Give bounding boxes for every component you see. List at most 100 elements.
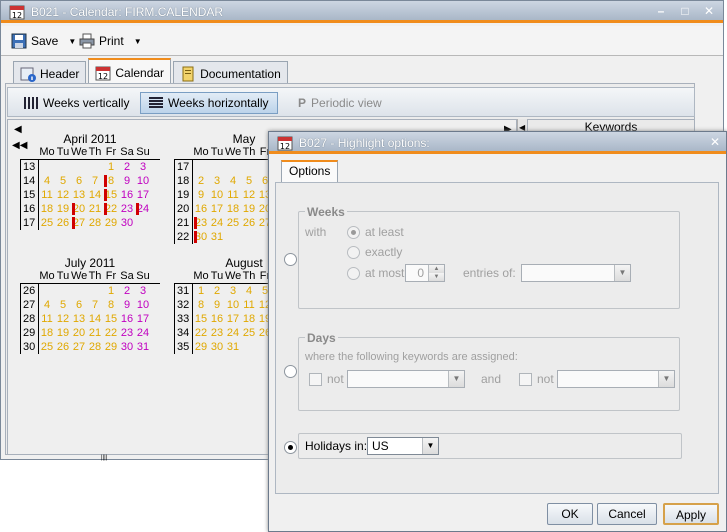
day-cell[interactable]: 31 <box>135 340 151 354</box>
day-cell[interactable]: 30 <box>193 230 209 244</box>
spinner-up-icon[interactable]: ▲ <box>428 265 444 273</box>
day-cell[interactable]: 21 <box>87 202 103 216</box>
day-cell[interactable]: 17 <box>135 312 151 326</box>
tab-calendar[interactable]: 12 Calendar <box>88 58 172 83</box>
day-cell[interactable]: 8 <box>103 174 119 188</box>
day-cell[interactable]: 29 <box>193 340 209 354</box>
apply-button[interactable]: Apply <box>663 503 719 525</box>
spinner-down-icon[interactable]: ▼ <box>428 273 444 281</box>
day-cell[interactable]: 17 <box>135 188 151 202</box>
day-cell[interactable] <box>39 160 55 174</box>
day-cell[interactable] <box>71 160 87 174</box>
day-cell[interactable]: 24 <box>135 326 151 340</box>
day-cell[interactable]: 28 <box>87 340 103 354</box>
day-cell[interactable]: 14 <box>87 312 103 326</box>
day-cell[interactable]: 4 <box>39 174 55 188</box>
day-cell[interactable]: 17 <box>225 312 241 326</box>
day-cell[interactable] <box>71 284 87 298</box>
day-cell[interactable]: 13 <box>71 312 87 326</box>
days-option-radio[interactable] <box>284 365 297 378</box>
day-cell[interactable]: 5 <box>55 174 71 188</box>
maximize-icon[interactable]: □ <box>677 3 693 19</box>
day-cell[interactable]: 28 <box>87 216 103 230</box>
day-cell[interactable]: 9 <box>193 188 209 202</box>
day-cell[interactable]: 4 <box>39 298 55 312</box>
day-cell[interactable]: 11 <box>225 188 241 202</box>
day-cell[interactable]: 27 <box>71 216 87 230</box>
day-cell[interactable]: 26 <box>55 340 71 354</box>
print-button[interactable]: Print ▼ <box>79 33 142 49</box>
save-button[interactable]: Save ▼ <box>11 33 76 49</box>
day-cell[interactable] <box>135 216 151 230</box>
day-cell[interactable]: 2 <box>119 284 135 298</box>
day-cell[interactable]: 20 <box>71 202 87 216</box>
day-cell[interactable]: 16 <box>209 312 225 326</box>
day-cell[interactable]: 9 <box>209 298 225 312</box>
day-cell[interactable]: 2 <box>119 160 135 174</box>
day-cell[interactable]: 18 <box>225 202 241 216</box>
day-cell[interactable]: 27 <box>71 340 87 354</box>
days-keyword-combo-2[interactable]: ▼ <box>557 370 675 388</box>
day-cell[interactable]: 24 <box>225 326 241 340</box>
day-cell[interactable] <box>55 284 71 298</box>
day-cell[interactable]: 18 <box>39 326 55 340</box>
day-cell[interactable]: 8 <box>103 298 119 312</box>
day-cell[interactable]: 19 <box>241 202 257 216</box>
day-cell[interactable]: 1 <box>103 284 119 298</box>
day-cell[interactable]: 29 <box>103 340 119 354</box>
day-cell[interactable]: 21 <box>87 326 103 340</box>
day-cell[interactable]: 25 <box>39 216 55 230</box>
weeks-option-radio[interactable] <box>284 253 297 266</box>
weeks-keyword-dropdown-icon[interactable]: ▼ <box>614 265 630 281</box>
cancel-button[interactable]: Cancel <box>597 503 657 525</box>
days-keyword-2-dropdown-icon[interactable]: ▼ <box>658 371 674 387</box>
day-cell[interactable]: 12 <box>55 188 71 202</box>
day-cell[interactable]: 10 <box>135 174 151 188</box>
ok-button[interactable]: OK <box>547 503 593 525</box>
at-most-spinner[interactable]: 0 ▲ ▼ <box>405 264 445 282</box>
day-cell[interactable]: 24 <box>135 202 151 216</box>
day-cell[interactable] <box>39 284 55 298</box>
day-cell[interactable]: 9 <box>119 174 135 188</box>
day-cell[interactable]: 23 <box>119 202 135 216</box>
day-cell[interactable]: 5 <box>241 174 257 188</box>
day-cell[interactable] <box>87 284 103 298</box>
day-cell[interactable]: 19 <box>55 202 71 216</box>
day-cell[interactable]: 1 <box>193 284 209 298</box>
day-cell[interactable]: 18 <box>241 312 257 326</box>
day-cell[interactable]: 8 <box>193 298 209 312</box>
day-cell[interactable]: 22 <box>103 202 119 216</box>
day-cell[interactable]: 20 <box>71 326 87 340</box>
day-cell[interactable]: 16 <box>119 312 135 326</box>
day-cell[interactable]: 16 <box>119 188 135 202</box>
print-dropdown-icon[interactable]: ▼ <box>134 37 142 46</box>
days-keyword-1-dropdown-icon[interactable]: ▼ <box>448 371 464 387</box>
day-cell[interactable] <box>241 340 257 354</box>
weeks-keyword-combo[interactable]: ▼ <box>521 264 631 282</box>
tab-options[interactable]: Options <box>281 160 339 182</box>
horizontal-splitter-grip[interactable]: |||| <box>101 455 115 461</box>
days-keyword-combo-1[interactable]: ▼ <box>347 370 465 388</box>
day-cell[interactable]: 12 <box>55 312 71 326</box>
close-icon[interactable]: ✕ <box>701 3 717 19</box>
minimize-icon[interactable]: – <box>653 3 669 19</box>
day-cell[interactable]: 22 <box>103 326 119 340</box>
day-cell[interactable]: 1 <box>103 160 119 174</box>
holidays-option-radio[interactable] <box>284 441 297 454</box>
day-cell[interactable]: 4 <box>241 284 257 298</box>
day-cell[interactable]: 23 <box>193 216 209 230</box>
main-titlebar[interactable]: 12 B021 - Calendar: FIRM.CALENDAR – □ ✕ <box>1 1 723 23</box>
day-cell[interactable]: 7 <box>87 298 103 312</box>
day-cell[interactable]: 18 <box>39 202 55 216</box>
save-dropdown-icon[interactable]: ▼ <box>68 37 76 46</box>
day-cell[interactable]: 10 <box>225 298 241 312</box>
not-checkbox-2[interactable] <box>519 373 532 386</box>
day-cell[interactable]: 2 <box>209 284 225 298</box>
day-cell[interactable]: 25 <box>225 216 241 230</box>
holidays-country-combo[interactable]: US ▼ <box>367 437 439 455</box>
day-cell[interactable]: 3 <box>209 174 225 188</box>
day-cell[interactable]: 22 <box>193 326 209 340</box>
weeks-horizontally-button[interactable]: Weeks horizontally <box>140 92 278 114</box>
day-cell[interactable]: 31 <box>209 230 225 244</box>
day-cell[interactable] <box>55 160 71 174</box>
